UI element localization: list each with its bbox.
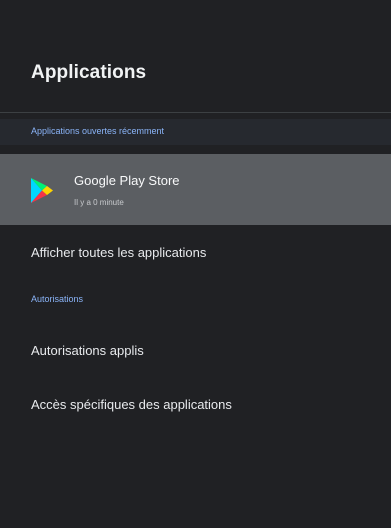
section-header-permissions: Autorisations bbox=[31, 294, 84, 304]
app-last-opened: Il y a 0 minute bbox=[74, 198, 124, 207]
app-name: Google Play Store bbox=[74, 173, 180, 188]
page-title: Applications bbox=[31, 62, 147, 83]
section-header-recent-apps: Applications ouvertes récemment bbox=[0, 119, 391, 145]
recent-app-item-google-play-store[interactable]: Google Play Store Il y a 0 minute bbox=[0, 154, 391, 225]
settings-panel: Applications Applications ouvertes récem… bbox=[0, 0, 391, 528]
google-play-store-icon bbox=[31, 178, 53, 203]
app-permissions-item[interactable]: Autorisations applis bbox=[31, 343, 144, 358]
show-all-apps-item[interactable]: Afficher toutes les applications bbox=[31, 245, 206, 260]
special-app-access-item[interactable]: Accès spécifiques des applications bbox=[31, 397, 232, 412]
header-divider bbox=[0, 112, 391, 113]
